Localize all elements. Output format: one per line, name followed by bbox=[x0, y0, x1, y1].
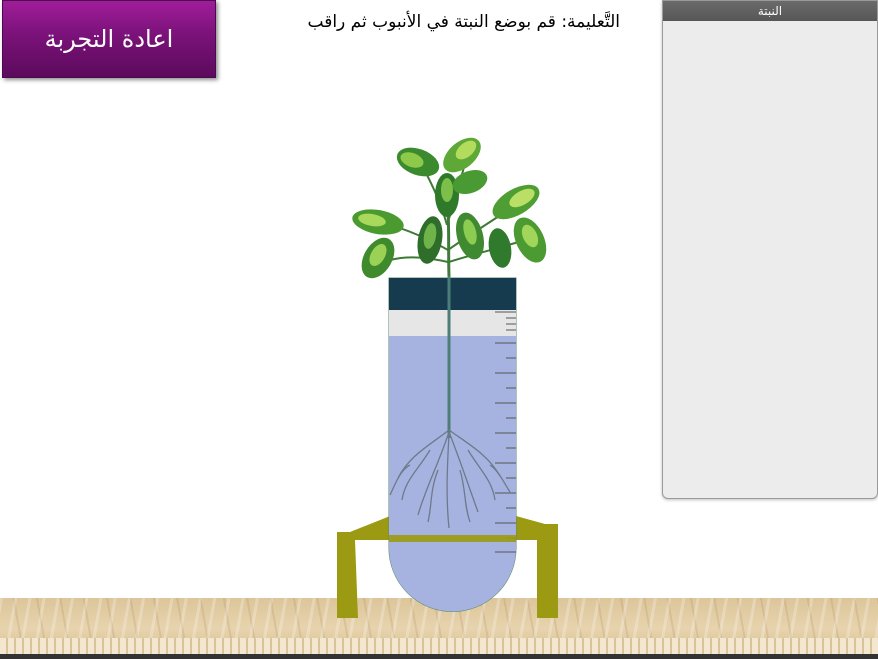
water bbox=[389, 336, 516, 612]
experiment-stage: اعادة التجربة التَّعليمة: قم بوضع النبتة… bbox=[0, 0, 878, 659]
stand-front-bar bbox=[389, 535, 516, 542]
experiment-illustration bbox=[337, 137, 558, 618]
test-tube[interactable] bbox=[388, 277, 517, 612]
tube-cap bbox=[389, 278, 516, 310]
air-gap bbox=[389, 310, 516, 336]
